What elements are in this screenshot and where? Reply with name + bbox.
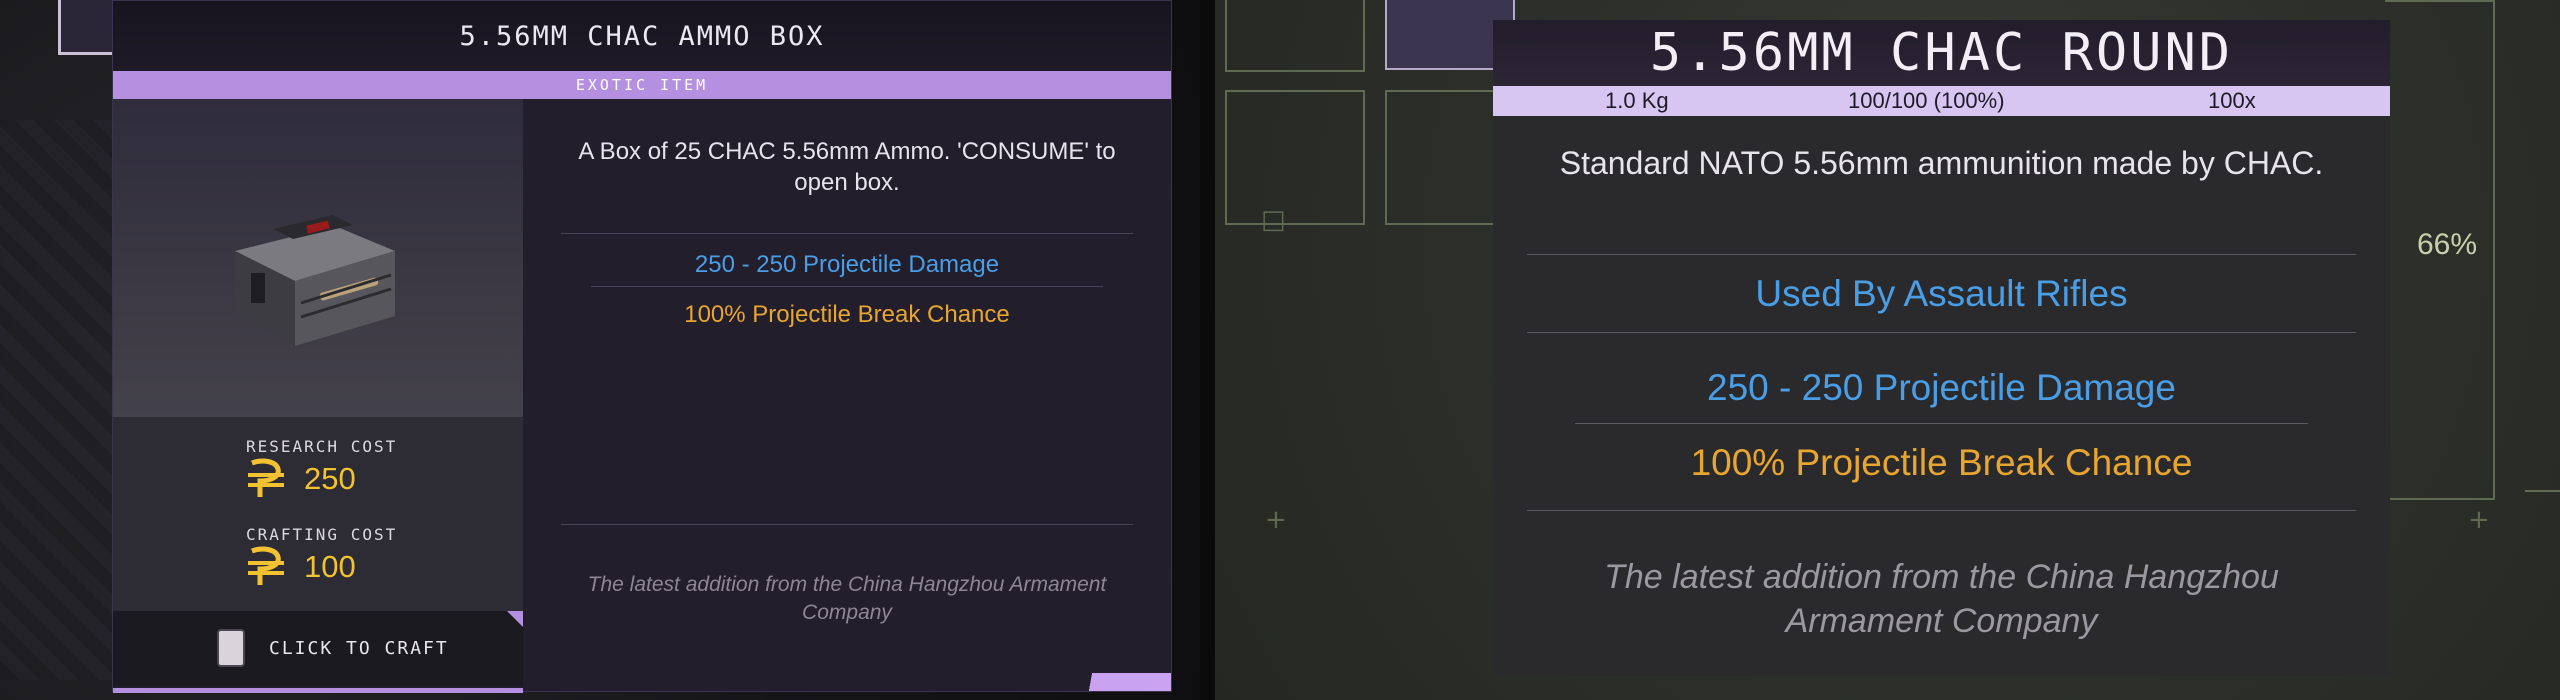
- craft-button[interactable]: CLICK TO CRAFT: [113, 611, 523, 693]
- research-cost-value: 250: [304, 461, 356, 496]
- rarity-bar: EXOTIC ITEM: [113, 71, 1171, 99]
- credits-icon: [248, 458, 284, 497]
- flavor-text: The latest addition from the China Hangz…: [587, 573, 1107, 624]
- divider: [591, 286, 1103, 287]
- research-cost-label: RESEARCH COST: [246, 437, 398, 456]
- inventory-slot[interactable]: [1225, 0, 1365, 72]
- inventory-slot-fragment[interactable]: [58, 0, 118, 55]
- divider: [1527, 332, 2356, 333]
- inventory-screen: + + □ 66% 5.56MM CHAC ROUND 1.0 Kg 100/1…: [1215, 0, 2560, 700]
- crafting-cost-value: 100: [304, 549, 356, 584]
- costs-area: RESEARCH COST 250 CRAFTING COST 100: [113, 417, 523, 611]
- credits-icon: [248, 546, 284, 585]
- crafting-screen: 5.56MM CHAC AMMO BOX EXOTIC ITEM RESEARC…: [0, 0, 1200, 700]
- item-title: 5.56MM CHAC AMMO BOX: [459, 20, 825, 52]
- craft-key-icon: [217, 629, 245, 667]
- percent-indicator: 66%: [2417, 228, 2478, 261]
- corner-accent: [1021, 673, 1171, 691]
- background-armor-plate: [0, 120, 130, 680]
- item-title: 5.56MM CHAC ROUND: [1649, 23, 2234, 83]
- research-cost-row: 250: [246, 457, 356, 501]
- grid-plus-icon: □: [1261, 205, 1286, 235]
- inventory-slot[interactable]: [1225, 90, 1365, 225]
- item-stat-bar: 1.0 Kg 100/100 (100%) 100x: [1493, 86, 2390, 116]
- item-preview: [113, 99, 523, 417]
- tooltip-title-bar: 5.56MM CHAC AMMO BOX: [113, 1, 1171, 71]
- screenshot-divider: [1200, 0, 1215, 700]
- flavor-text: The latest addition from the China Hangz…: [1604, 558, 2279, 640]
- divider: [561, 233, 1133, 234]
- quantity-value: 100x: [2208, 88, 2256, 113]
- crafting-cost-row: 100: [246, 545, 356, 589]
- item-details: A Box of 25 CHAC 5.56mm Ammo. 'CONSUME' …: [523, 99, 1171, 691]
- tooltip-title-bar: 5.56MM CHAC ROUND: [1493, 20, 2390, 86]
- item-description: A Box of 25 CHAC 5.56mm Ammo. 'CONSUME' …: [578, 138, 1116, 196]
- grid-line: [2525, 490, 2560, 492]
- grid-plus-icon: +: [1265, 505, 1287, 535]
- damage-stat: 250 - 250 Projectile Damage: [1707, 367, 2176, 408]
- craft-progress-line: [113, 688, 523, 693]
- divider: [561, 524, 1133, 525]
- grid-plus-icon: +: [2468, 505, 2490, 535]
- item-description: Standard NATO 5.56mm ammunition made by …: [1559, 145, 2324, 181]
- craft-action-label: CLICK TO CRAFT: [269, 638, 449, 659]
- chac-round-tooltip: 5.56MM CHAC ROUND 1.0 Kg 100/100 (100%) …: [1493, 20, 2390, 676]
- divider: [1527, 254, 2356, 255]
- divider: [1527, 510, 2356, 511]
- damage-stat: 250 - 250 Projectile Damage: [694, 251, 1000, 278]
- durability-value: 100/100 (100%): [1848, 88, 2005, 113]
- ammo-box-tooltip: 5.56MM CHAC AMMO BOX EXOTIC ITEM RESEARC…: [112, 0, 1172, 693]
- break-chance-stat: 100% Projectile Break Chance: [1690, 442, 2193, 483]
- crafting-cost-label: CRAFTING COST: [246, 525, 398, 544]
- used-by-stat: Used By Assault Rifles: [1755, 273, 2128, 314]
- break-chance-stat: 100% Projectile Break Chance: [684, 301, 1010, 328]
- ammo-case-icon: [235, 215, 395, 346]
- corner-accent: [507, 611, 523, 627]
- divider: [1575, 423, 2308, 424]
- rarity-label: EXOTIC ITEM: [575, 76, 709, 94]
- weight-value: 1.0 Kg: [1605, 88, 1669, 113]
